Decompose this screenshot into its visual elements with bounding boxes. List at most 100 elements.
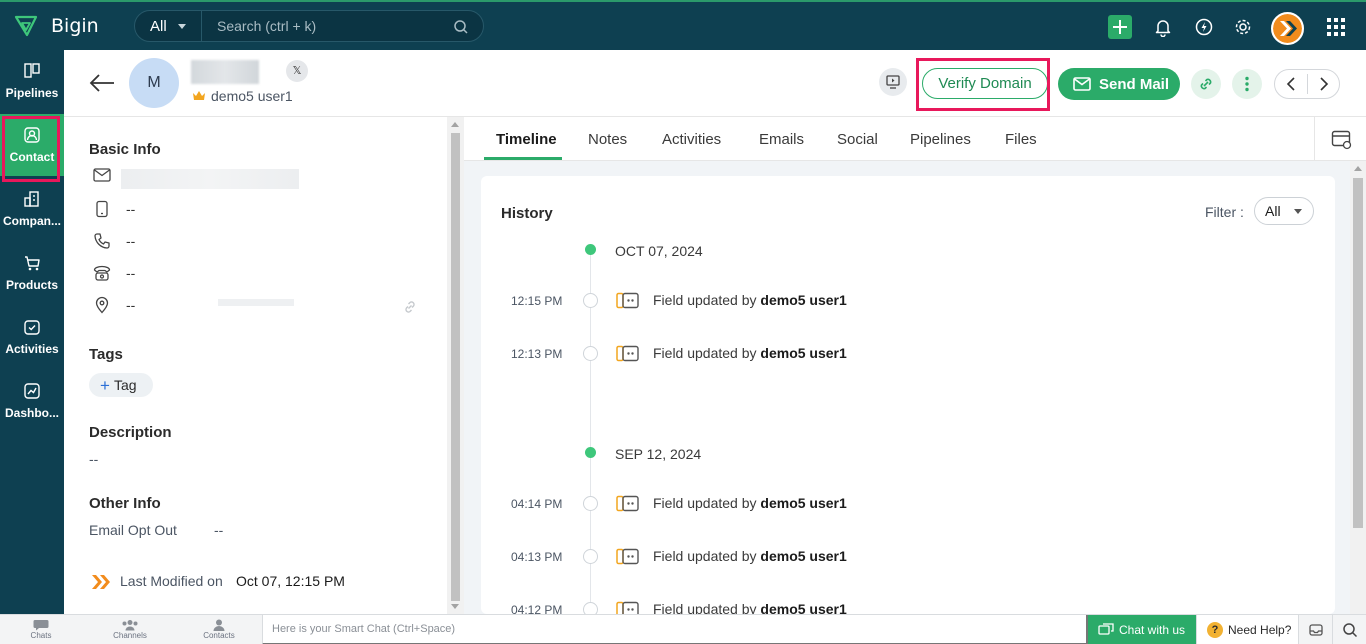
email-opt-out-value[interactable]: -- [214,522,223,538]
apps-grid-icon[interactable] [1327,18,1345,36]
scroll-down-icon[interactable] [451,604,459,609]
entry-time: 04:12 PM [511,603,563,614]
tab-social[interactable]: Social [837,131,878,148]
sidebar-item-products[interactable]: Products [0,242,64,304]
entry-user[interactable]: demo5 user1 [760,345,846,361]
filter-dropdown[interactable]: All [1254,197,1314,225]
quick-create-button[interactable] [1108,15,1132,39]
tab-notes[interactable]: Notes [588,131,627,148]
search-scope-dropdown[interactable]: All [135,11,202,41]
address-value[interactable]: -- [126,297,135,313]
next-record-button[interactable] [1308,70,1340,98]
user-avatar[interactable] [1271,12,1304,45]
active-tab-indicator [484,157,562,160]
tab-pipelines[interactable]: Pipelines [910,131,971,148]
add-tag-label: Tag [114,377,137,393]
customize-view-button[interactable] [1314,117,1366,161]
chevron-left-icon [1286,77,1295,91]
timeline-entry[interactable]: Field updated by demo5 user1 [653,292,847,308]
other-info-title: Other Info [89,495,161,512]
tab-activities[interactable]: Activities [662,131,721,148]
sidebar-item-dashboards[interactable]: Dashbo... [0,370,64,432]
chat-with-us-button[interactable]: Chat with us [1088,615,1196,644]
entry-text: Field updated by [653,601,757,614]
global-search: All [134,10,484,42]
history-title: History [501,205,553,222]
record-header: M 𝕏 demo5 user1 Verify Domain Send Mail [64,50,1366,117]
back-arrow-icon[interactable] [88,72,116,94]
record-tabs: Timeline Notes Activities Emails Social … [464,117,1366,161]
x-social-icon[interactable]: 𝕏 [286,60,308,82]
mobile-value[interactable]: -- [126,201,135,217]
email-value-redacted[interactable] [121,169,299,189]
field-update-icon [616,495,639,512]
contact-avatar[interactable]: M [129,58,179,108]
sidebar-item-activities[interactable]: Activities [0,306,64,368]
search-scope-label: All [150,18,167,35]
timeline-scrollbar[interactable] [1350,161,1366,614]
crown-icon [193,91,205,100]
phone-value[interactable]: -- [126,233,135,249]
tab-emails[interactable]: Emails [759,131,804,148]
bottom-search-button[interactable] [1332,615,1366,644]
tab-timeline[interactable]: Timeline [496,131,557,148]
channels-button[interactable]: Channels [98,615,162,644]
left-panel-scrollbar[interactable] [447,117,464,614]
chats-button[interactable]: Chats [9,615,73,644]
previous-record-button[interactable] [1275,70,1307,98]
timeline-entry[interactable]: Field updated by demo5 user1 [653,548,847,564]
tab-files[interactable]: Files [1005,131,1037,148]
description-value[interactable]: -- [89,451,98,467]
entry-user[interactable]: demo5 user1 [760,601,846,614]
scroll-up-icon[interactable] [451,122,459,127]
last-modified-value: Oct 07, 12:15 PM [236,573,345,589]
gear-icon[interactable] [1233,17,1253,37]
timeline-entry[interactable]: Field updated by demo5 user1 [653,601,847,614]
chevron-down-icon [178,24,186,29]
record-owner[interactable]: demo5 user1 [211,88,293,104]
sidebar-item-pipelines[interactable]: Pipelines [0,50,64,112]
entry-time: 04:14 PM [511,497,563,511]
timeline-entry[interactable]: Field updated by demo5 user1 [653,345,847,361]
contacts-label: Contacts [203,631,235,640]
entry-time: 04:13 PM [511,550,563,564]
mail-icon [93,168,111,182]
entry-user[interactable]: demo5 user1 [760,495,846,511]
timeline-entry-dot [583,496,598,511]
screen-share-button[interactable] [879,68,907,96]
timeline-entry[interactable]: Field updated by demo5 user1 [653,495,847,511]
notifications-tray-button[interactable] [1298,615,1332,644]
bell-icon[interactable] [1153,17,1173,37]
home-phone-value[interactable]: -- [126,265,135,281]
sidebar-item-companies[interactable]: Compan... [0,178,64,240]
sidebar-item-contact[interactable]: Contact [0,114,64,182]
entry-user[interactable]: demo5 user1 [760,548,846,564]
search-icon[interactable] [453,19,469,35]
scrollbar-thumb[interactable] [451,133,460,601]
send-mail-label: Send Mail [1099,75,1170,93]
link-icon[interactable] [402,299,418,315]
contacts-button[interactable]: Contacts [187,615,251,644]
more-options-button[interactable] [1232,69,1262,99]
channels-label: Channels [113,631,147,640]
entry-time: 12:15 PM [511,294,563,308]
sidebar-item-label: Contact [9,150,55,164]
timeline-entry-dot [583,346,598,361]
bottom-bar: Chats Channels Contacts Chat with us ? N… [0,614,1366,644]
add-tag-button[interactable]: + Tag [89,373,153,397]
entry-user[interactable]: demo5 user1 [760,292,846,308]
smart-chat-input[interactable] [262,615,1088,644]
plus-icon [1113,20,1127,34]
scrollbar-thumb[interactable] [1353,178,1363,528]
link-button[interactable] [1191,69,1221,99]
upgrade-icon[interactable] [1194,17,1214,37]
need-help-button[interactable]: ? Need Help? [1196,615,1298,644]
scroll-up-icon[interactable] [1354,166,1362,171]
send-mail-button[interactable]: Send Mail [1058,68,1180,100]
field-update-icon [616,292,639,309]
bigin-logo-icon[interactable] [14,14,38,38]
telephone-icon [93,265,111,281]
verify-domain-button[interactable]: Verify Domain [922,68,1048,99]
search-input[interactable] [203,11,443,41]
timeline-date-dot [585,447,596,458]
